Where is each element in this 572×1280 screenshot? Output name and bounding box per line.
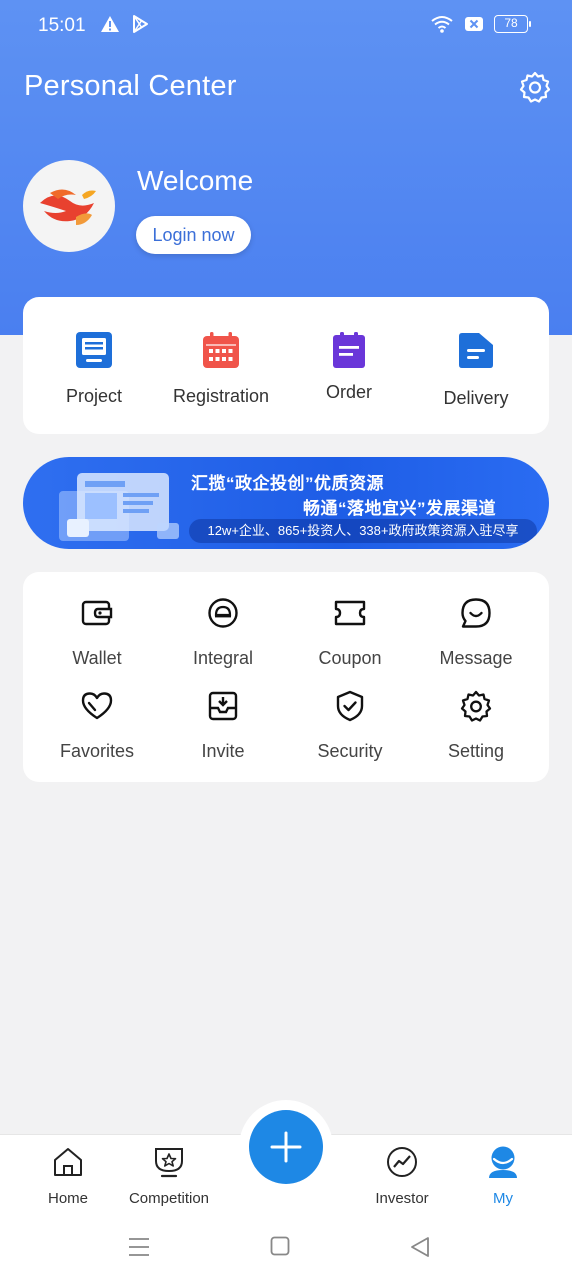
entry-registration[interactable]: Registration xyxy=(155,331,287,407)
entry-label: Project xyxy=(65,386,123,406)
heart-icon xyxy=(81,692,113,720)
home-square-icon[interactable] xyxy=(270,1236,290,1256)
service-message[interactable]: Message xyxy=(411,596,541,669)
nav-investor[interactable]: Investor xyxy=(347,1145,457,1207)
chart-icon xyxy=(387,1147,417,1177)
entry-project[interactable]: Project xyxy=(28,331,160,407)
service-wallet[interactable]: Wallet xyxy=(32,596,162,669)
no-sim-icon xyxy=(465,17,483,31)
invite-icon xyxy=(208,691,238,721)
banner-tagline: 12w+企业、865+投资人、338+政府政策资源入驻尽享 xyxy=(189,519,537,543)
avatar[interactable] xyxy=(23,160,115,252)
folder-icon xyxy=(459,333,493,368)
service-label: Coupon xyxy=(318,648,382,668)
service-coupon[interactable]: Coupon xyxy=(285,596,415,669)
welcome-text: Welcome xyxy=(137,165,254,196)
page-title: Personal Center xyxy=(24,70,237,102)
add-button[interactable] xyxy=(249,1110,323,1184)
settings-gear-icon[interactable] xyxy=(518,70,552,104)
nav-label: My xyxy=(493,1190,513,1207)
entry-label: Order xyxy=(325,382,372,402)
shield-icon xyxy=(336,690,364,722)
service-integral[interactable]: Integral xyxy=(158,596,288,669)
services-card: Wallet Integral Coupon Message Favorites xyxy=(23,572,549,782)
service-label: Favorites xyxy=(59,741,135,761)
status-bar: 15:01 78 xyxy=(0,0,572,52)
service-setting[interactable]: Setting xyxy=(411,689,541,762)
service-label: Setting xyxy=(447,741,505,761)
login-now-button[interactable]: Login now xyxy=(136,216,251,254)
system-navigation-bar xyxy=(0,1216,572,1280)
nav-home[interactable]: Home xyxy=(13,1145,123,1207)
status-time: 15:01 xyxy=(38,15,86,36)
nav-label: Investor xyxy=(375,1190,429,1207)
entry-label: Delivery xyxy=(443,388,509,408)
entry-label: Registration xyxy=(172,386,270,406)
banner-headline-2: 畅通“落地宜兴”发展渠道 xyxy=(303,499,496,518)
promo-banner[interactable]: 汇揽“政企投创”优质资源 畅通“落地宜兴”发展渠道 12w+企业、865+投资人… xyxy=(23,457,549,549)
service-label: Message xyxy=(439,648,513,668)
service-label: Integral xyxy=(192,648,254,668)
integral-icon xyxy=(208,598,238,628)
nav-my[interactable]: My xyxy=(448,1145,558,1207)
service-favorites[interactable]: Favorites xyxy=(32,689,162,762)
home-icon xyxy=(54,1148,82,1176)
wallet-icon xyxy=(81,600,113,626)
play-store-icon xyxy=(133,15,148,33)
battery-indicator: 78 xyxy=(494,15,531,33)
wifi-icon xyxy=(431,16,453,33)
service-label: Security xyxy=(317,741,383,761)
coupon-icon xyxy=(334,600,366,626)
nav-label: Competition xyxy=(128,1190,210,1207)
service-security[interactable]: Security xyxy=(285,689,415,762)
trophy-icon xyxy=(155,1148,183,1178)
service-invite[interactable]: Invite xyxy=(158,689,288,762)
nav-label: Home xyxy=(47,1190,88,1207)
user-icon xyxy=(489,1146,517,1178)
plus-icon xyxy=(270,1131,302,1163)
entry-delivery[interactable]: Delivery xyxy=(410,331,542,409)
banner-illustration xyxy=(59,473,179,541)
project-icon xyxy=(76,332,112,368)
calendar-icon xyxy=(203,332,239,368)
service-label: Wallet xyxy=(72,648,122,668)
brand-logo-icon xyxy=(40,189,96,225)
message-icon xyxy=(461,598,491,628)
clipboard-icon xyxy=(333,332,365,368)
quick-entries-card: Project Registration Order Delivery xyxy=(23,297,549,434)
entry-order[interactable]: Order xyxy=(283,331,415,403)
service-label: Invite xyxy=(201,741,245,761)
warning-icon xyxy=(101,16,119,32)
back-icon[interactable] xyxy=(410,1236,430,1258)
menu-icon[interactable] xyxy=(128,1236,150,1258)
gear-icon xyxy=(460,690,492,722)
nav-competition[interactable]: Competition xyxy=(114,1145,224,1207)
banner-headline-1: 汇揽“政企投创”优质资源 xyxy=(191,474,384,493)
